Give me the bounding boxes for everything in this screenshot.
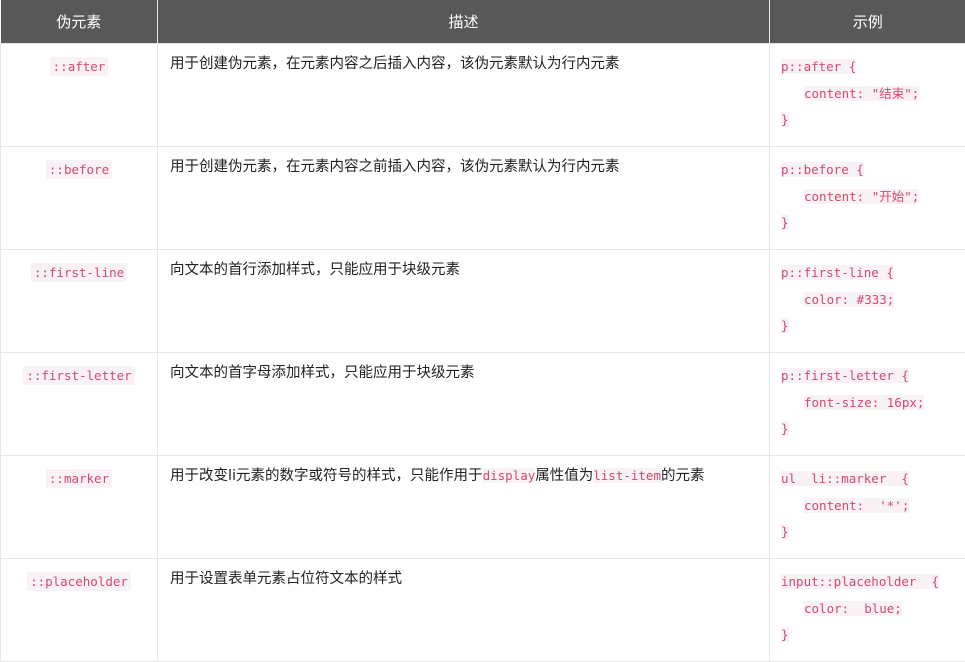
description-cell: 用于创建伪元素，在元素内容之后插入内容，该伪元素默认为行内元素 <box>158 44 770 147</box>
description-cell: 向文本的首行添加样式，只能应用于块级元素 <box>158 250 770 353</box>
description-cell: 向文本的首字母添加样式，只能应用于块级元素 <box>158 353 770 456</box>
description-text: 的元素 <box>661 468 705 484</box>
table-header-row: 伪元素 描述 示例 <box>1 0 965 44</box>
pseudo-name: ::first-letter <box>23 366 134 385</box>
pseudo-name-cell: ::after <box>1 44 158 147</box>
example-line: p::first-line { <box>781 260 965 287</box>
header-pseudo-element: 伪元素 <box>1 0 158 44</box>
pseudo-name-cell: ::marker <box>1 456 158 559</box>
inline-code-display: display <box>483 468 536 483</box>
description-cell: 用于创建伪元素，在元素内容之前插入内容，该伪元素默认为行内元素 <box>158 147 770 250</box>
pseudo-name: ::marker <box>46 469 112 488</box>
table-row: ::first-letter 向文本的首字母添加样式，只能应用于块级元素 p::… <box>1 353 965 456</box>
example-cell: ul li::marker { content: '*'; } <box>770 456 965 559</box>
example-line: } <box>781 622 965 649</box>
example-line: } <box>781 107 965 134</box>
example-line: content: '*'; <box>781 493 965 520</box>
pseudo-name: ::placeholder <box>27 572 131 591</box>
example-line: input::placeholder { <box>781 569 965 596</box>
example-line: content: "开始"; <box>781 184 965 211</box>
example-line: font-size: 16px; <box>781 390 965 417</box>
table-row: ::before 用于创建伪元素，在元素内容之前插入内容，该伪元素默认为行内元素… <box>1 147 965 250</box>
example-line: } <box>781 210 965 237</box>
table-row: ::first-line 向文本的首行添加样式，只能应用于块级元素 p::fir… <box>1 250 965 353</box>
example-line: content: "结束"; <box>781 81 965 108</box>
pseudo-name-cell: ::first-line <box>1 250 158 353</box>
example-line: p::before { <box>781 157 965 184</box>
table-row: ::marker 用于改变li元素的数字或符号的样式，只能作用于display属… <box>1 456 965 559</box>
example-cell: p::before { content: "开始"; } <box>770 147 965 250</box>
example-cell: input::placeholder { color: blue; } <box>770 559 965 662</box>
example-cell: p::after { content: "结束"; } <box>770 44 965 147</box>
description-text: 属性值为 <box>535 468 593 484</box>
description-cell: 用于设置表单元素占位符文本的样式 <box>158 559 770 662</box>
example-line: ul li::marker { <box>781 466 965 493</box>
example-line: p::after { <box>781 54 965 81</box>
pseudo-name: ::after <box>50 57 109 76</box>
example-line: } <box>781 313 965 340</box>
example-line: color: blue; <box>781 596 965 623</box>
header-example: 示例 <box>770 0 965 44</box>
pseudo-name-cell: ::before <box>1 147 158 250</box>
example-line: p::first-letter { <box>781 363 965 390</box>
description-text: 用于改变li元素的数字或符号的样式，只能作用于 <box>170 468 483 484</box>
inline-code-list-item: list-item <box>593 468 661 483</box>
example-line: } <box>781 519 965 546</box>
header-description: 描述 <box>158 0 770 44</box>
description-cell: 用于改变li元素的数字或符号的样式，只能作用于display属性值为list-i… <box>158 456 770 559</box>
pseudo-name-cell: ::first-letter <box>1 353 158 456</box>
pseudo-name: ::first-line <box>31 263 127 282</box>
table-row: ::placeholder 用于设置表单元素占位符文本的样式 input::pl… <box>1 559 965 662</box>
pseudo-elements-table: 伪元素 描述 示例 ::after 用于创建伪元素，在元素内容之后插入内容，该伪… <box>0 0 965 662</box>
example-cell: p::first-letter { font-size: 16px; } <box>770 353 965 456</box>
example-cell: p::first-line { color: #333; } <box>770 250 965 353</box>
example-line: color: #333; <box>781 287 965 314</box>
pseudo-name-cell: ::placeholder <box>1 559 158 662</box>
table-row: ::after 用于创建伪元素，在元素内容之后插入内容，该伪元素默认为行内元素 … <box>1 44 965 147</box>
pseudo-name: ::before <box>46 160 112 179</box>
example-line: } <box>781 416 965 443</box>
